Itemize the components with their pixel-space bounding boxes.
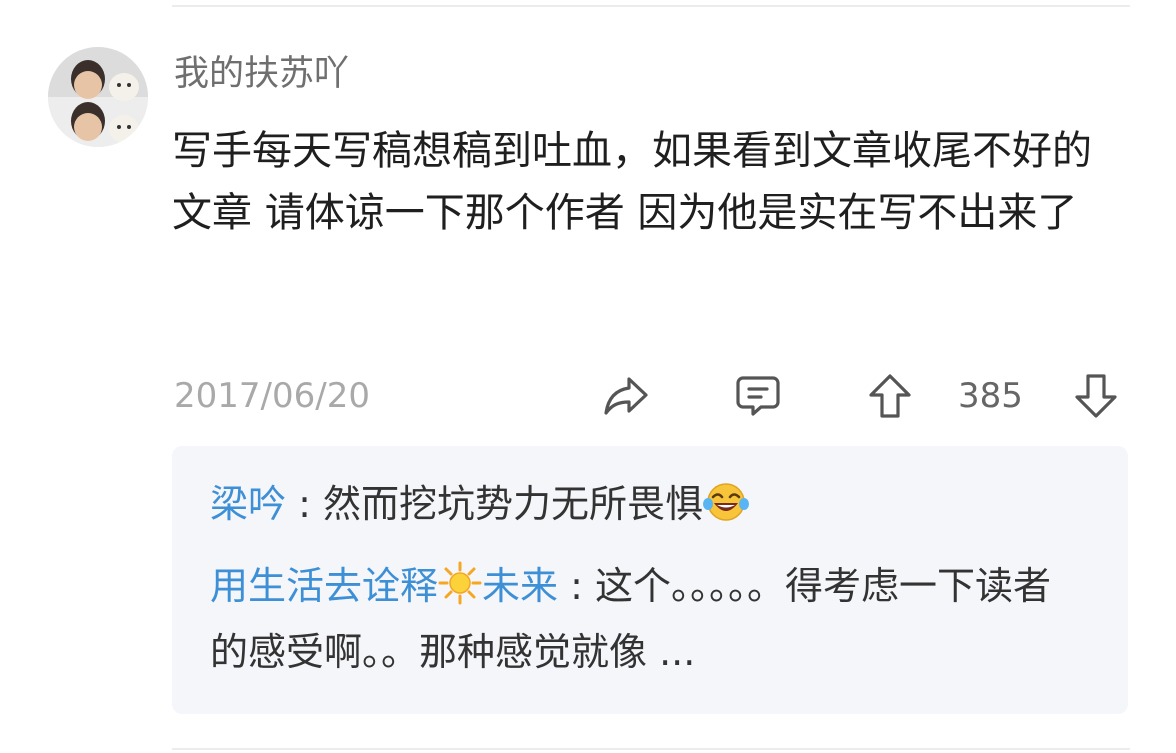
comment-button[interactable] [732,372,784,420]
reply-author[interactable]: 用生活去诠释 未来 [210,561,558,608]
reply-preview-box[interactable]: 梁吟 : 然而挖坑势力无所畏惧 用生活去诠释 未来 : 这个。。。。。得考虑一下… [172,446,1128,714]
reply-item[interactable]: 梁吟 : 然而挖坑势力无所畏惧 [210,474,1080,540]
reply-author[interactable]: 梁吟 [210,482,286,526]
vote-count: 385 [958,376,1023,416]
reply-text: 然而挖坑势力无所畏惧 [322,482,703,526]
top-divider [172,5,1130,7]
downvote-arrow-icon [1075,374,1117,418]
downvote-button[interactable] [1072,372,1120,420]
user-avatar[interactable] [48,47,148,147]
post-body: 写手每天写稿想稿到吐血，如果看到文章收尾不好的文章 请体谅一下那个作者 因为他是… [172,128,1092,236]
sun-emoji [438,561,482,622]
upvote-arrow-icon [869,374,911,418]
post-date: 2017/06/20 [174,376,370,416]
tears-of-joy-emoji [703,480,749,540]
reply-item[interactable]: 用生活去诠释 未来 : 这个。。。。。得考虑一下读者的感受啊。。那种感觉就像 .… [210,556,1080,682]
share-arrow-icon [604,377,648,415]
reply-separator: : [558,564,595,608]
username[interactable]: 我的扶苏吖 [174,50,349,98]
upvote-button[interactable] [864,372,916,420]
bottom-divider [172,748,1130,750]
comment-bubble-icon [736,376,780,416]
share-button[interactable] [600,372,652,420]
reply-separator: : [286,482,323,526]
